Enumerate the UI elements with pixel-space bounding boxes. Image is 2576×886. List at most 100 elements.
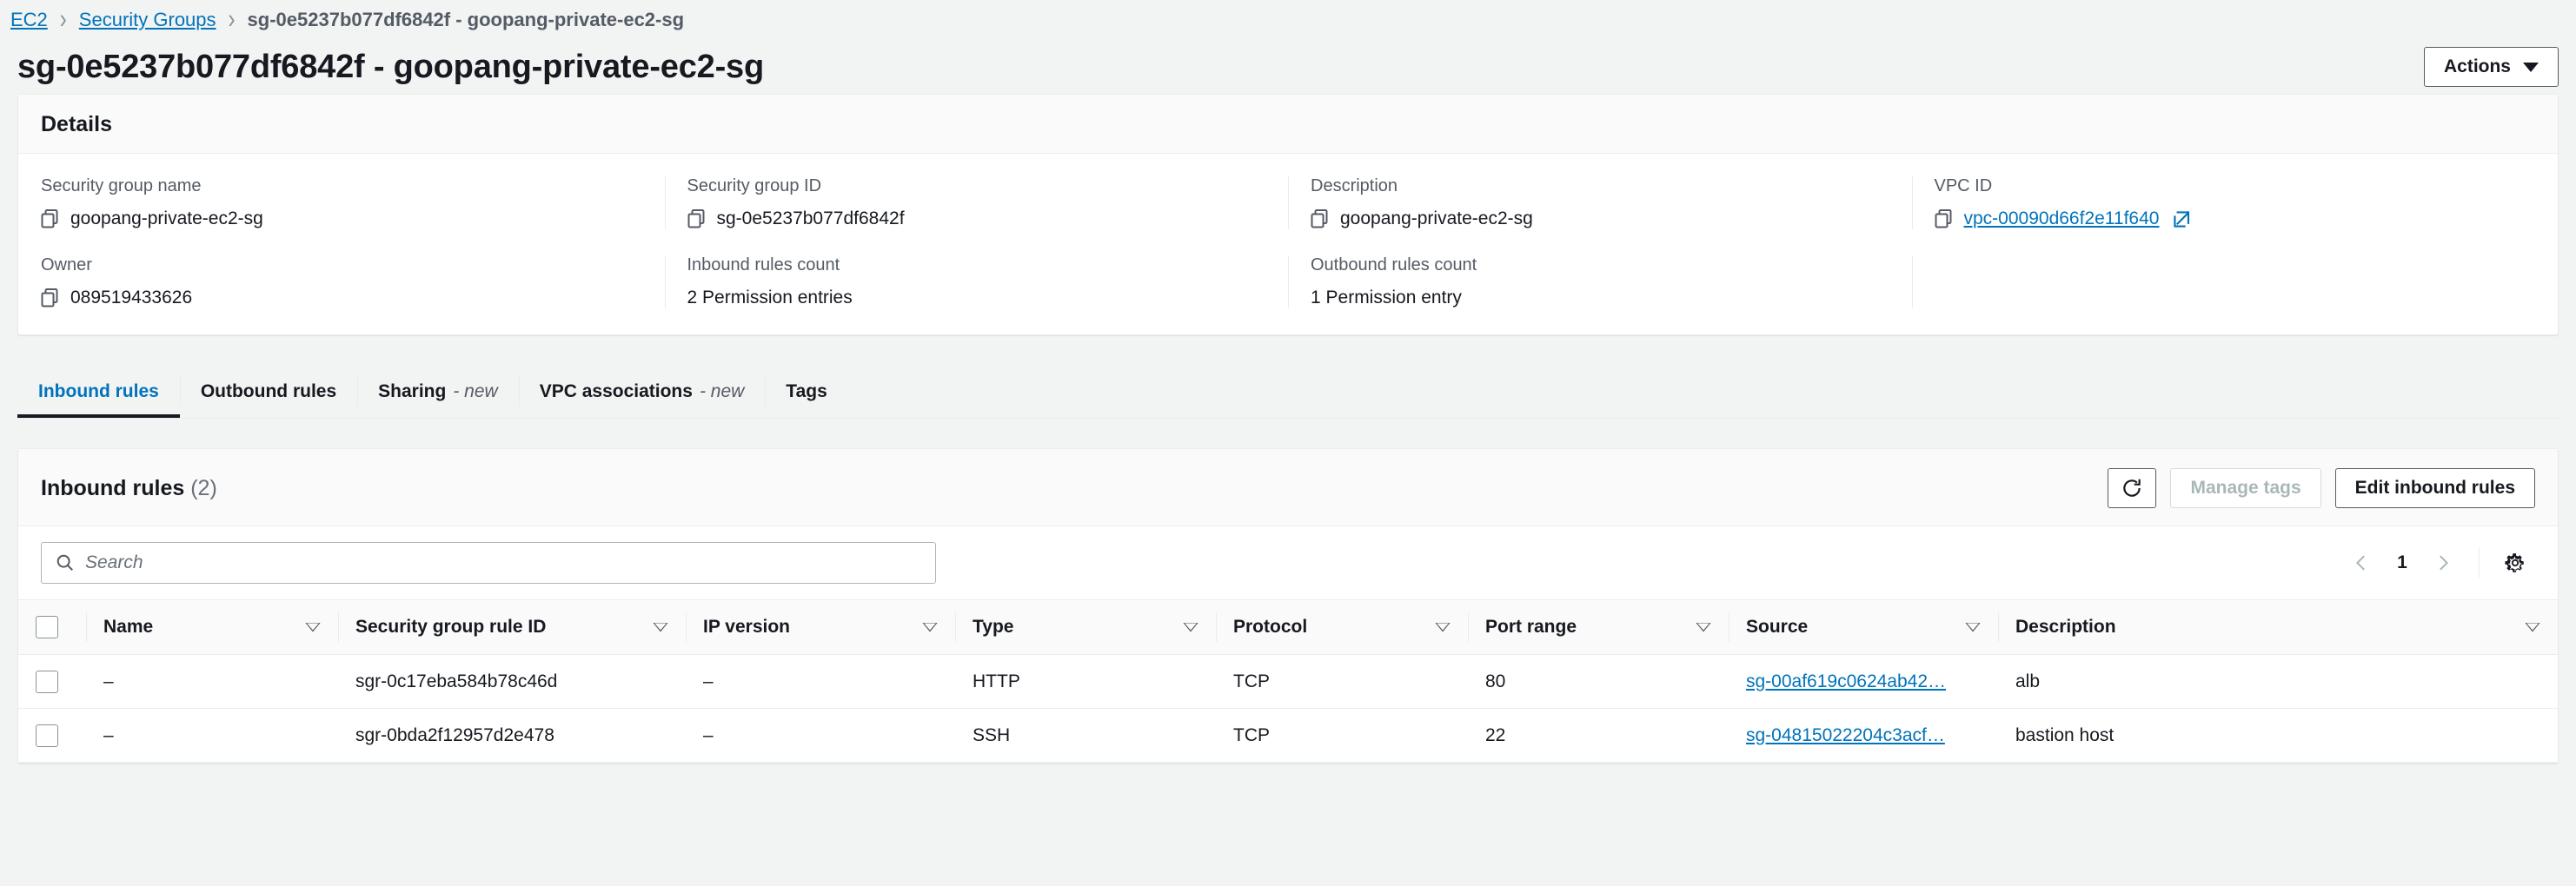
breadcrumb: EC2 › Security Groups › sg-0e5237b077df6… [0,0,2576,40]
cell-rule-id: sgr-0bda2f12957d2e478 [338,708,686,763]
column-label: IP version [703,617,790,637]
copy-icon[interactable] [41,288,58,307]
cell-source: sg-04815022204c3acf… [1729,708,1998,763]
tab-label: Sharing [378,380,447,401]
sort-icon [1183,623,1198,632]
copy-icon[interactable] [1311,209,1328,228]
tab-vpc-associations[interactable]: VPC associations - new [518,365,766,418]
sort-icon [2525,623,2540,632]
search-placeholder: Search [85,552,143,572]
detail-security-group-name: Security group name goopang-private-ec2-… [41,176,665,229]
sort-icon [922,623,938,632]
detail-text: 1 Permission entry [1311,288,1462,307]
search-icon [56,554,73,571]
table-preferences-button[interactable] [2495,543,2535,583]
breadcrumb-item-security-groups[interactable]: Security Groups [79,9,216,31]
detail-text: 089519433626 [70,288,193,307]
cell-port-range: 22 [1468,708,1729,763]
column-label: Protocol [1233,617,1308,637]
column-type[interactable]: Type [955,599,1216,655]
breadcrumb-item-ec2[interactable]: EC2 [10,9,48,31]
column-label: Type [973,617,1014,637]
detail-value: goopang-private-ec2-sg [1311,208,1889,229]
next-page-button[interactable] [2423,543,2463,583]
cell-description: bastion host [1998,708,2558,763]
tab-inbound-rules[interactable]: Inbound rules [17,365,180,418]
column-label: Description [2015,617,2116,637]
tab-outbound-rules[interactable]: Outbound rules [179,365,357,418]
manage-tags-button[interactable]: Manage tags [2170,468,2321,508]
refresh-button[interactable] [2108,468,2157,508]
cell-ip-version: – [686,708,955,763]
previous-page-button[interactable] [2341,543,2381,583]
detail-value: 2 Permission entries [687,288,1266,308]
cell-protocol: TCP [1216,654,1468,709]
copy-icon[interactable] [687,209,705,228]
row-checkbox[interactable] [36,724,58,747]
tab-sharing[interactable]: Sharing - new [357,365,519,418]
inbound-rules-table: Name Security group rule ID IP version T… [18,599,2558,763]
chevron-right-icon [2440,555,2449,571]
column-port-range[interactable]: Port range [1468,599,1729,655]
breadcrumb-item-current: sg-0e5237b077df6842f - goopang-private-e… [247,9,685,30]
detail-text: 2 Permission entries [687,288,853,307]
table-row[interactable]: – sgr-0bda2f12957d2e478 – SSH TCP 22 sg-… [18,708,2558,763]
sort-icon [305,623,321,632]
detail-label: Description [1311,176,1398,195]
detail-label: VPC ID [1934,176,1993,195]
actions-button[interactable]: Actions [2423,47,2559,87]
breadcrumb-separator-icon: › [59,3,67,35]
detail-value: vpc-00090d66f2e11f640 [1935,208,2513,229]
pagination: 1 [2341,543,2535,583]
tab-label: Inbound rules [38,380,159,401]
column-ip-version[interactable]: IP version [686,599,955,655]
row-select-cell [18,654,86,709]
inbound-rules-actions: Manage tags Edit inbound rules [2108,468,2535,508]
inbound-rules-title-text: Inbound rules [41,475,185,500]
detail-value: 1 Permission entry [1311,288,1889,308]
edit-inbound-rules-label: Edit inbound rules [2354,478,2515,498]
external-link-icon[interactable] [2174,210,2190,228]
source-link[interactable]: sg-00af619c0624ab42… [1746,671,1946,691]
cell-type: SSH [955,708,1216,763]
tab-tags[interactable]: Tags [765,365,847,418]
column-label: Port range [1485,617,1577,637]
column-name[interactable]: Name [86,599,338,655]
source-link[interactable]: sg-04815022204c3acf… [1746,725,1945,745]
sort-icon [653,623,668,632]
detail-inbound-rules-count: Inbound rules count 2 Permission entries [664,255,1289,308]
copy-icon[interactable] [1935,209,1952,228]
breadcrumb-separator-icon: › [228,3,236,35]
manage-tags-label: Manage tags [2190,478,2301,498]
tab-badge-new: - new [699,380,745,401]
cell-source: sg-00af619c0624ab42… [1729,654,1998,709]
detail-outbound-rules-count: Outbound rules count 1 Permission entry [1288,255,1912,308]
select-all-checkbox[interactable] [36,616,58,638]
cell-protocol: TCP [1216,708,1468,763]
cell-name: – [86,654,338,709]
table-row[interactable]: – sgr-0c17eba584b78c46d – HTTP TCP 80 sg… [18,654,2558,709]
column-protocol[interactable]: Protocol [1216,599,1468,655]
vpc-id-link[interactable]: vpc-00090d66f2e11f640 [1964,208,2160,229]
detail-owner: Owner 089519433626 [41,255,665,308]
column-description[interactable]: Description [1998,599,2558,655]
detail-text: goopang-private-ec2-sg [1340,208,1533,228]
sort-icon [1965,623,1981,632]
search-input[interactable]: Search [41,542,936,584]
page-number[interactable]: 1 [2387,552,2418,573]
column-source[interactable]: Source [1729,599,1998,655]
detail-value: sg-0e5237b077df6842f [687,208,1266,229]
edit-inbound-rules-button[interactable]: Edit inbound rules [2334,468,2535,508]
page-header: sg-0e5237b077df6842f - goopang-private-e… [0,40,2576,94]
refresh-icon [2123,479,2141,497]
row-checkbox[interactable] [36,670,58,693]
column-security-group-rule-id[interactable]: Security group rule ID [338,599,686,655]
column-label: Name [103,617,154,637]
actions-button-label: Actions [2443,56,2511,76]
page-title: sg-0e5237b077df6842f - goopang-private-e… [17,48,764,85]
cell-description: alb [1998,654,2558,709]
tab-badge-new: - new [453,380,498,401]
copy-icon[interactable] [41,209,58,228]
detail-value: goopang-private-ec2-sg [41,208,642,229]
details-heading: Details [41,112,112,136]
